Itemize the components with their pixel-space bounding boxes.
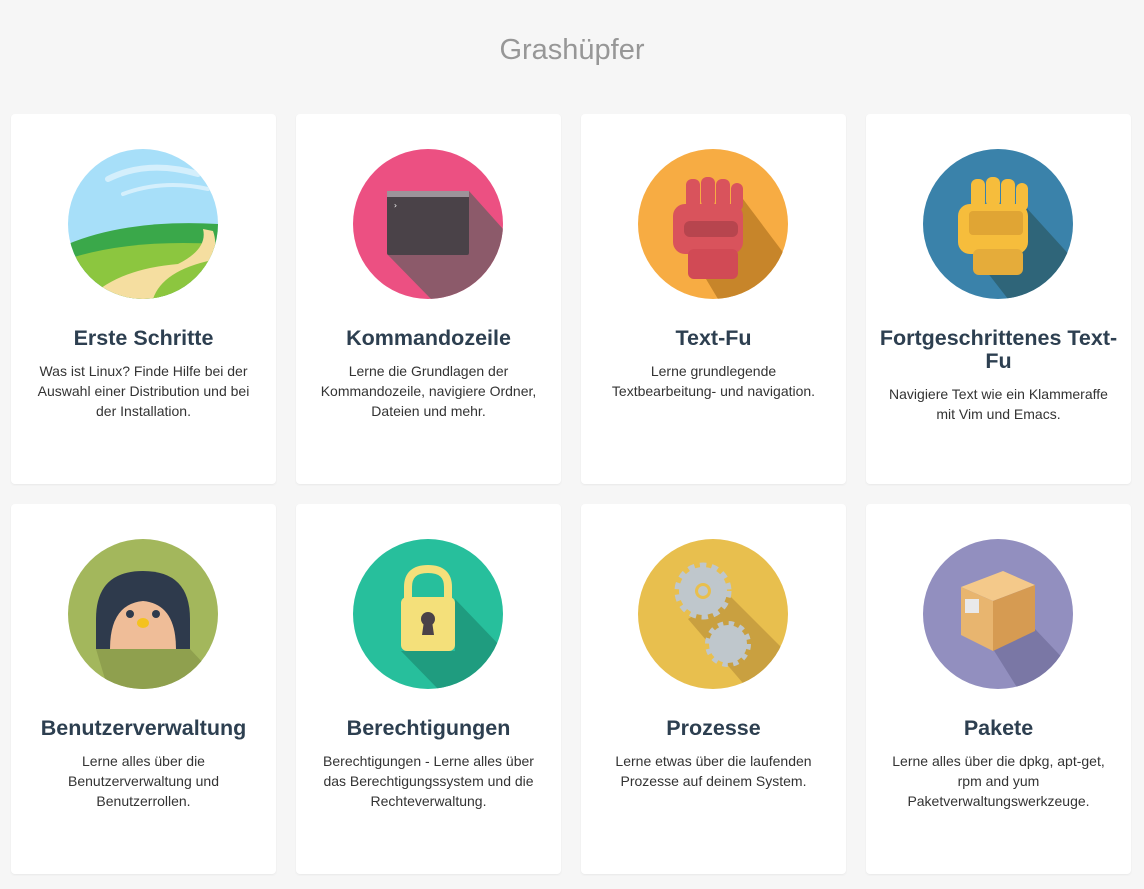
padlock-icon [353,539,503,689]
package-box-icon [923,539,1073,689]
card-title: Kommandozeile [346,326,511,350]
card-title: Berechtigungen [346,716,511,740]
card-description: Berechtigungen - Lerne alles über das Be… [323,753,534,809]
card-kommandozeile[interactable]: › Kommandozeile Lerne die Grundlagen der… [296,114,561,484]
card-title: Prozesse [666,716,761,740]
card-berechtigungen[interactable]: Berechtigungen Berechtigungen - Lerne al… [296,504,561,874]
card-text-fu[interactable]: Text-Fu Lerne grundlegende Textbearbeitu… [581,114,846,484]
gloved-fist-icon [923,149,1073,299]
landscape-icon [68,149,218,299]
svg-text:›: › [393,201,398,210]
card-benutzerverwaltung[interactable]: Benutzerverwaltung Lerne alles über die … [11,504,276,874]
card-fortgeschrittenes-text-fu[interactable]: Fortgeschrittenes Text-Fu Navigiere Text… [866,114,1131,484]
card-description: Lerne die Grundlagen der Kommandozeile, … [320,363,537,419]
card-description: Navigiere Text wie ein Klammeraffe mit V… [889,386,1108,422]
gears-icon [638,539,788,689]
card-description: Was ist Linux? Finde Hilfe bei der Auswa… [37,363,250,419]
penguin-icon [68,539,218,689]
card-title: Text-Fu [675,326,752,350]
card-title: Erste Schritte [73,326,214,350]
page-title: Grashüpfer [499,34,645,66]
card-description: Lerne alles über die Benutzerverwaltung … [68,753,219,809]
card-prozesse[interactable]: Prozesse Lerne etwas über die laufenden … [581,504,846,874]
card-erste-schritte[interactable]: Erste Schritte Was ist Linux? Finde Hilf… [11,114,276,484]
card-title: Pakete [963,716,1034,740]
card-pakete[interactable]: Pakete Lerne alles über die dpkg, apt-ge… [866,504,1131,874]
card-title: Fortgeschrittenes Text-Fu [879,326,1118,373]
card-description: Lerne etwas über die laufenden Prozesse … [615,753,812,789]
fist-icon [638,149,788,299]
terminal-icon: › [353,149,503,299]
card-description: Lerne grundlegende Textbearbeitung- und … [611,363,816,399]
card-title: Benutzerverwaltung [40,716,247,740]
card-description: Lerne alles über die dpkg, apt-get, rpm … [892,753,1105,809]
